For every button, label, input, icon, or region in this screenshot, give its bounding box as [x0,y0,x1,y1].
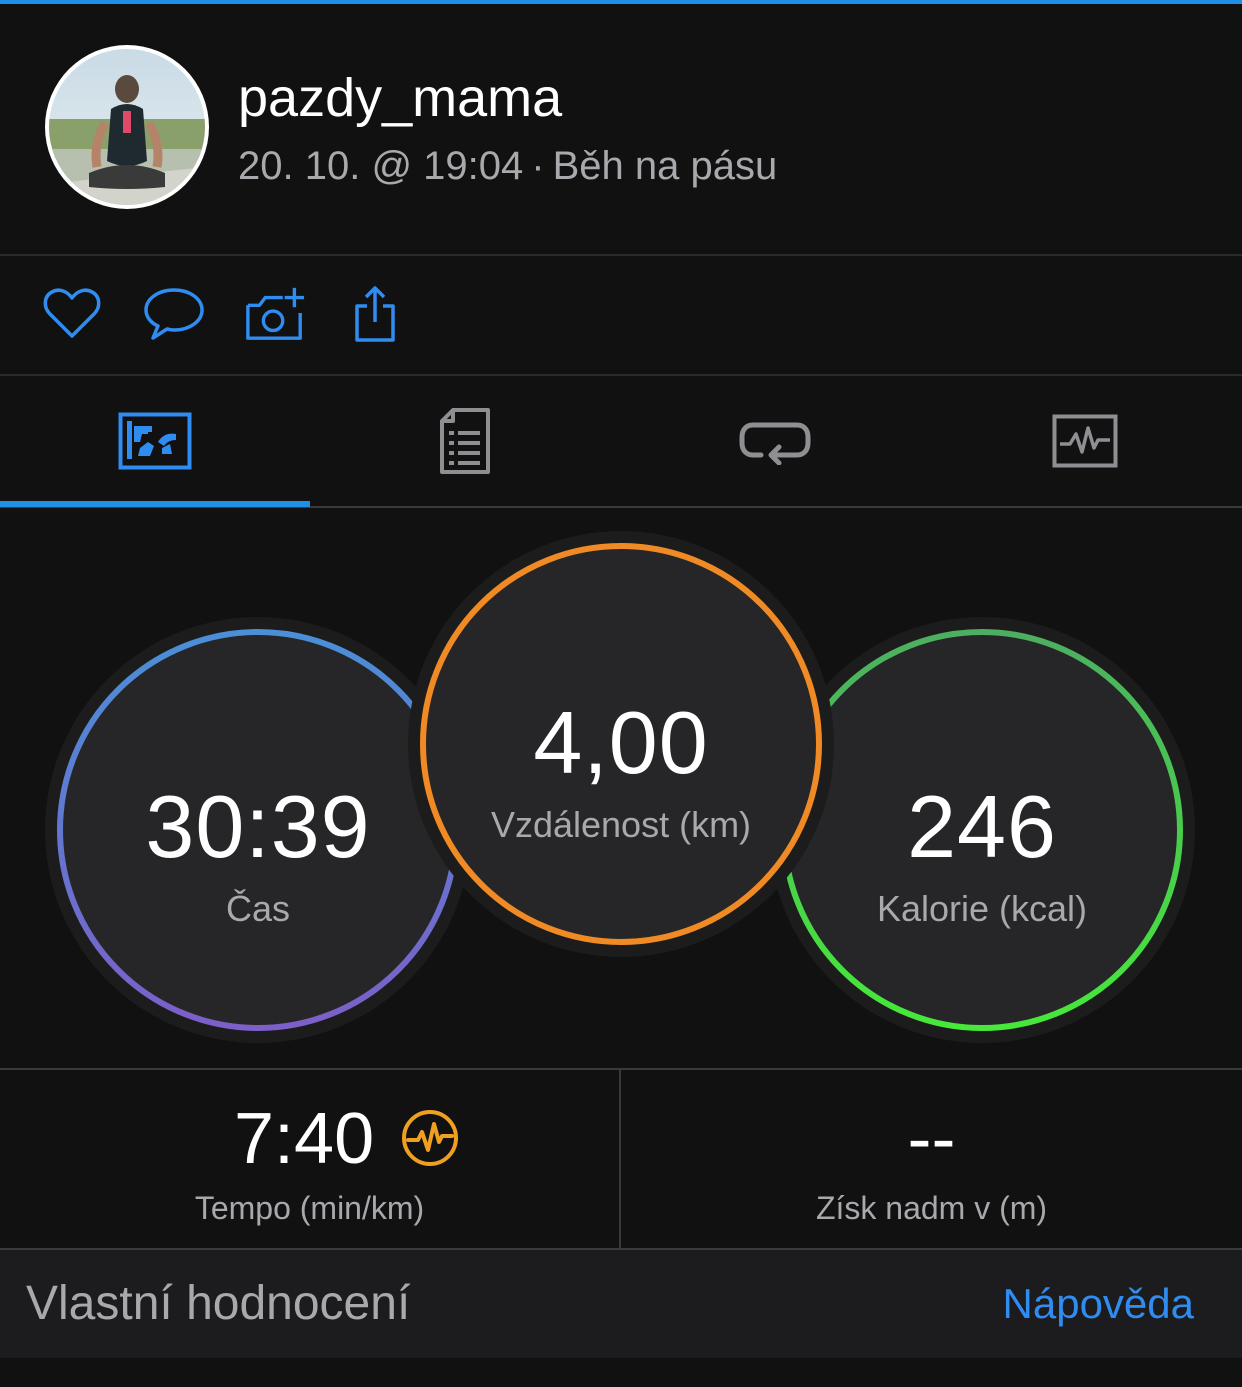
comment-button[interactable] [143,283,205,345]
tab-details[interactable] [310,376,620,506]
tab-selected-indicator [0,501,310,507]
elevation-label: Získ nadm v (m) [815,1190,1048,1226]
pace-label: Tempo (min/km) [194,1190,425,1226]
heart-icon [43,288,101,338]
meta-separator: · [531,144,545,188]
distance-metric: 4,00 Vzdálenost (km) [441,692,801,846]
document-icon [440,408,490,474]
calories-value: 246 [907,777,1057,876]
distance-label: Vzdálenost (km) [490,804,752,845]
help-link[interactable]: Nápověda [1003,1280,1194,1328]
avatar[interactable] [45,45,209,209]
tab-charts[interactable] [930,376,1240,506]
activity-header: pazdy_mama 20. 10. @ 19:04 · Běh na pásu [0,4,1242,254]
calories-label: Kalorie (kcal) [876,888,1088,929]
overview-icon [118,412,192,470]
bottom-area [0,1358,1242,1387]
distance-value: 4,00 [533,693,709,792]
camera-add-icon [246,287,305,340]
activity-type: Běh na pásu [552,144,778,188]
share-icon [355,286,395,342]
tab-bar [0,376,1242,506]
time-label: Čas [225,888,291,929]
time-metric: 30:39 Čas [108,776,408,930]
stats-divider [619,1070,621,1248]
activity-date-time: 20. 10. @ 19:04 [238,144,524,188]
tab-overview[interactable] [0,376,310,506]
action-bar [0,256,1242,374]
comment-icon [144,288,204,340]
tab-laps[interactable] [620,376,930,506]
secondary-stats: 7:40 Tempo (min/km) -- Získ nadm v (m) [0,1070,1242,1248]
like-button[interactable] [41,283,103,345]
calories-metric: 246 Kalorie (kcal) [822,776,1142,930]
loop-icon [739,422,811,465]
pace-value: 7:40 [234,1099,375,1179]
activity-meta: 20. 10. @ 19:04 · Běh na pásu [238,142,777,190]
add-photo-button[interactable] [244,283,306,345]
heart-rate-icon[interactable] [400,1108,460,1168]
time-value: 30:39 [145,777,371,876]
self-evaluation-title: Vlastní hodnocení [26,1277,411,1330]
chart-icon [1052,414,1118,468]
username[interactable]: pazdy_mama [238,66,562,130]
summary-rings: 30:39 Čas 4,00 Vzdálenost (km) 246 Kalor… [0,508,1242,1068]
avatar-photo [49,49,205,205]
elevation-value: -- [907,1099,956,1179]
share-button[interactable] [344,283,406,345]
